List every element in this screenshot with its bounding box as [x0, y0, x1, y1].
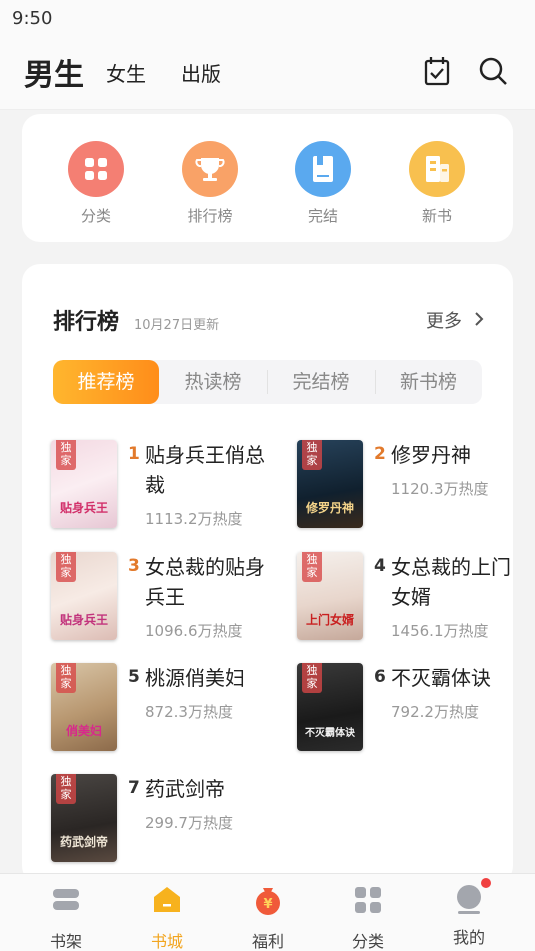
- grid-icon: [68, 141, 124, 197]
- cover-title: 俏美妇: [65, 724, 102, 738]
- exclusive-badge: 独家: [302, 440, 322, 470]
- search-icon[interactable]: [476, 54, 510, 88]
- category-label: 分类: [80, 207, 111, 225]
- tab-completed[interactable]: 完结榜: [267, 360, 375, 404]
- book-title: 女总裁的上门女婿: [391, 555, 511, 609]
- category-label: 新书: [421, 207, 452, 225]
- exclusive-badge: 独家: [56, 552, 76, 582]
- book-cover: 独家 上门女婿: [297, 552, 363, 640]
- book-rank: 5: [128, 667, 140, 687]
- tab-hot-reading[interactable]: 热读榜: [159, 360, 267, 404]
- bottom-nav: 书架 书城 ¥ 福利 分类 我的: [0, 873, 535, 951]
- chevron-right-icon[interactable]: [472, 310, 486, 328]
- nav-profile[interactable]: 我的: [429, 878, 509, 948]
- nav-categories[interactable]: 分类: [328, 884, 408, 951]
- category-label: 排行榜: [187, 207, 233, 225]
- book-title: 药武剑帝: [145, 777, 225, 801]
- nav-bookshelf[interactable]: 书架: [26, 884, 106, 951]
- book-cover: 独家 药武剑帝: [51, 774, 117, 862]
- category-completed[interactable]: 完结: [283, 141, 363, 226]
- svg-text:¥: ¥: [263, 897, 272, 912]
- category-ranking[interactable]: 排行榜: [170, 141, 250, 226]
- profile-icon: [453, 878, 491, 916]
- exclusive-badge: 独家: [56, 774, 76, 804]
- book-rank: 2: [374, 444, 386, 464]
- grid-icon: [355, 887, 381, 913]
- nav-welfare[interactable]: ¥ 福利: [228, 884, 308, 951]
- ranking-updated-date: 10月27日更新: [134, 318, 220, 333]
- book-cover: 独家 贴身兵王: [51, 552, 117, 640]
- calendar-check-icon[interactable]: [420, 54, 454, 88]
- book-title: 贴身兵王俏总裁: [145, 443, 265, 497]
- book-title: 不灭霸体诀: [391, 666, 491, 690]
- cover-title: 修罗丹神: [305, 501, 354, 515]
- status-time: 9:50: [12, 8, 53, 29]
- book-heat: 872.3万热度: [145, 703, 233, 721]
- category-classify[interactable]: 分类: [56, 141, 136, 226]
- book-cover: 独家 贴身兵王: [51, 440, 117, 528]
- book-item[interactable]: 独家 药武剑帝 7 药武剑帝 299.7万热度: [51, 774, 291, 870]
- category-shortcuts: 分类 排行榜 完结 新书: [22, 114, 513, 242]
- category-new-books[interactable]: 新书: [397, 141, 477, 226]
- book-heat: 299.7万热度: [145, 814, 233, 832]
- bookshelf-icon: [53, 889, 79, 910]
- book-rank: 6: [374, 667, 386, 687]
- book-rank: 1: [128, 444, 140, 464]
- nav-label: 书城: [150, 932, 183, 951]
- ranking-title: 排行榜: [53, 310, 120, 335]
- nav-label: 分类: [351, 932, 384, 951]
- book-item[interactable]: 独家 不灭霸体诀 6 不灭霸体诀 792.2万热度: [297, 663, 535, 759]
- book-icon: [295, 141, 351, 197]
- cover-title: 药武剑帝: [59, 835, 108, 849]
- tab-boys[interactable]: 男生: [22, 50, 86, 96]
- tab-recommended[interactable]: 推荐榜: [53, 360, 159, 404]
- tab-girls[interactable]: 女生: [106, 58, 146, 87]
- bookstore-icon: [154, 887, 180, 912]
- ranking-tabs: 推荐榜 热读榜 完结榜 新书榜: [53, 360, 482, 404]
- red-envelope-icon: ¥: [256, 888, 280, 915]
- tab-new-books[interactable]: 新书榜: [375, 360, 482, 404]
- book-heat: 1120.3万热度: [391, 480, 489, 498]
- book-item[interactable]: 独家 俏美妇 5 桃源俏美妇 872.3万热度: [51, 663, 291, 759]
- exclusive-badge: 独家: [56, 440, 76, 470]
- book-item[interactable]: 独家 贴身兵王 1 贴身兵王俏总裁 1113.2万热度: [51, 440, 291, 536]
- cover-title: 贴身兵王: [59, 613, 108, 627]
- top-nav: 男生 女生 出版: [0, 38, 535, 110]
- tab-publishing[interactable]: 出版: [181, 58, 221, 87]
- nav-bookstore[interactable]: 书城: [127, 884, 207, 951]
- book-cover: 独家 修罗丹神: [297, 440, 363, 528]
- exclusive-badge: 独家: [302, 663, 322, 693]
- nav-label: 书架: [49, 932, 82, 951]
- book-heat: 1456.1万热度: [391, 622, 489, 640]
- cover-title: 不灭霸体诀: [305, 728, 355, 739]
- cover-title: 贴身兵王: [59, 501, 108, 515]
- exclusive-badge: 独家: [302, 552, 322, 582]
- notification-dot: [481, 878, 491, 888]
- trophy-icon: [182, 141, 238, 197]
- book-title: 修罗丹神: [391, 443, 471, 467]
- book-heat: 1096.6万热度: [145, 622, 243, 640]
- book-rank: 7: [128, 778, 140, 798]
- cover-title: 上门女婿: [305, 613, 354, 627]
- book-heat: 792.2万热度: [391, 703, 479, 721]
- book-item[interactable]: 独家 贴身兵王 3 女总裁的贴身兵王 1096.6万热度: [51, 552, 291, 648]
- book-item[interactable]: 独家 修罗丹神 2 修罗丹神 1120.3万热度: [297, 440, 535, 536]
- book-rank: 4: [374, 556, 386, 576]
- book-title: 女总裁的贴身兵王: [145, 555, 265, 609]
- ranking-more-link[interactable]: 更多: [426, 307, 462, 333]
- nav-label: 福利: [251, 932, 284, 951]
- nav-label: 我的: [452, 928, 485, 947]
- status-bar: 9:50: [0, 0, 535, 38]
- building-icon: [409, 141, 465, 197]
- book-title: 桃源俏美妇: [145, 666, 245, 690]
- book-heat: 1113.2万热度: [145, 510, 243, 528]
- ranking-card: 排行榜 10月27日更新 更多 推荐榜 热读榜 完结榜 新书榜 独家 贴身兵王 …: [22, 264, 513, 884]
- book-item[interactable]: 独家 上门女婿 4 女总裁的上门女婿 1456.1万热度: [297, 552, 535, 648]
- category-label: 完结: [307, 207, 338, 225]
- book-cover: 独家 不灭霸体诀: [297, 663, 363, 751]
- book-cover: 独家 俏美妇: [51, 663, 117, 751]
- exclusive-badge: 独家: [56, 663, 76, 693]
- book-rank: 3: [128, 556, 140, 576]
